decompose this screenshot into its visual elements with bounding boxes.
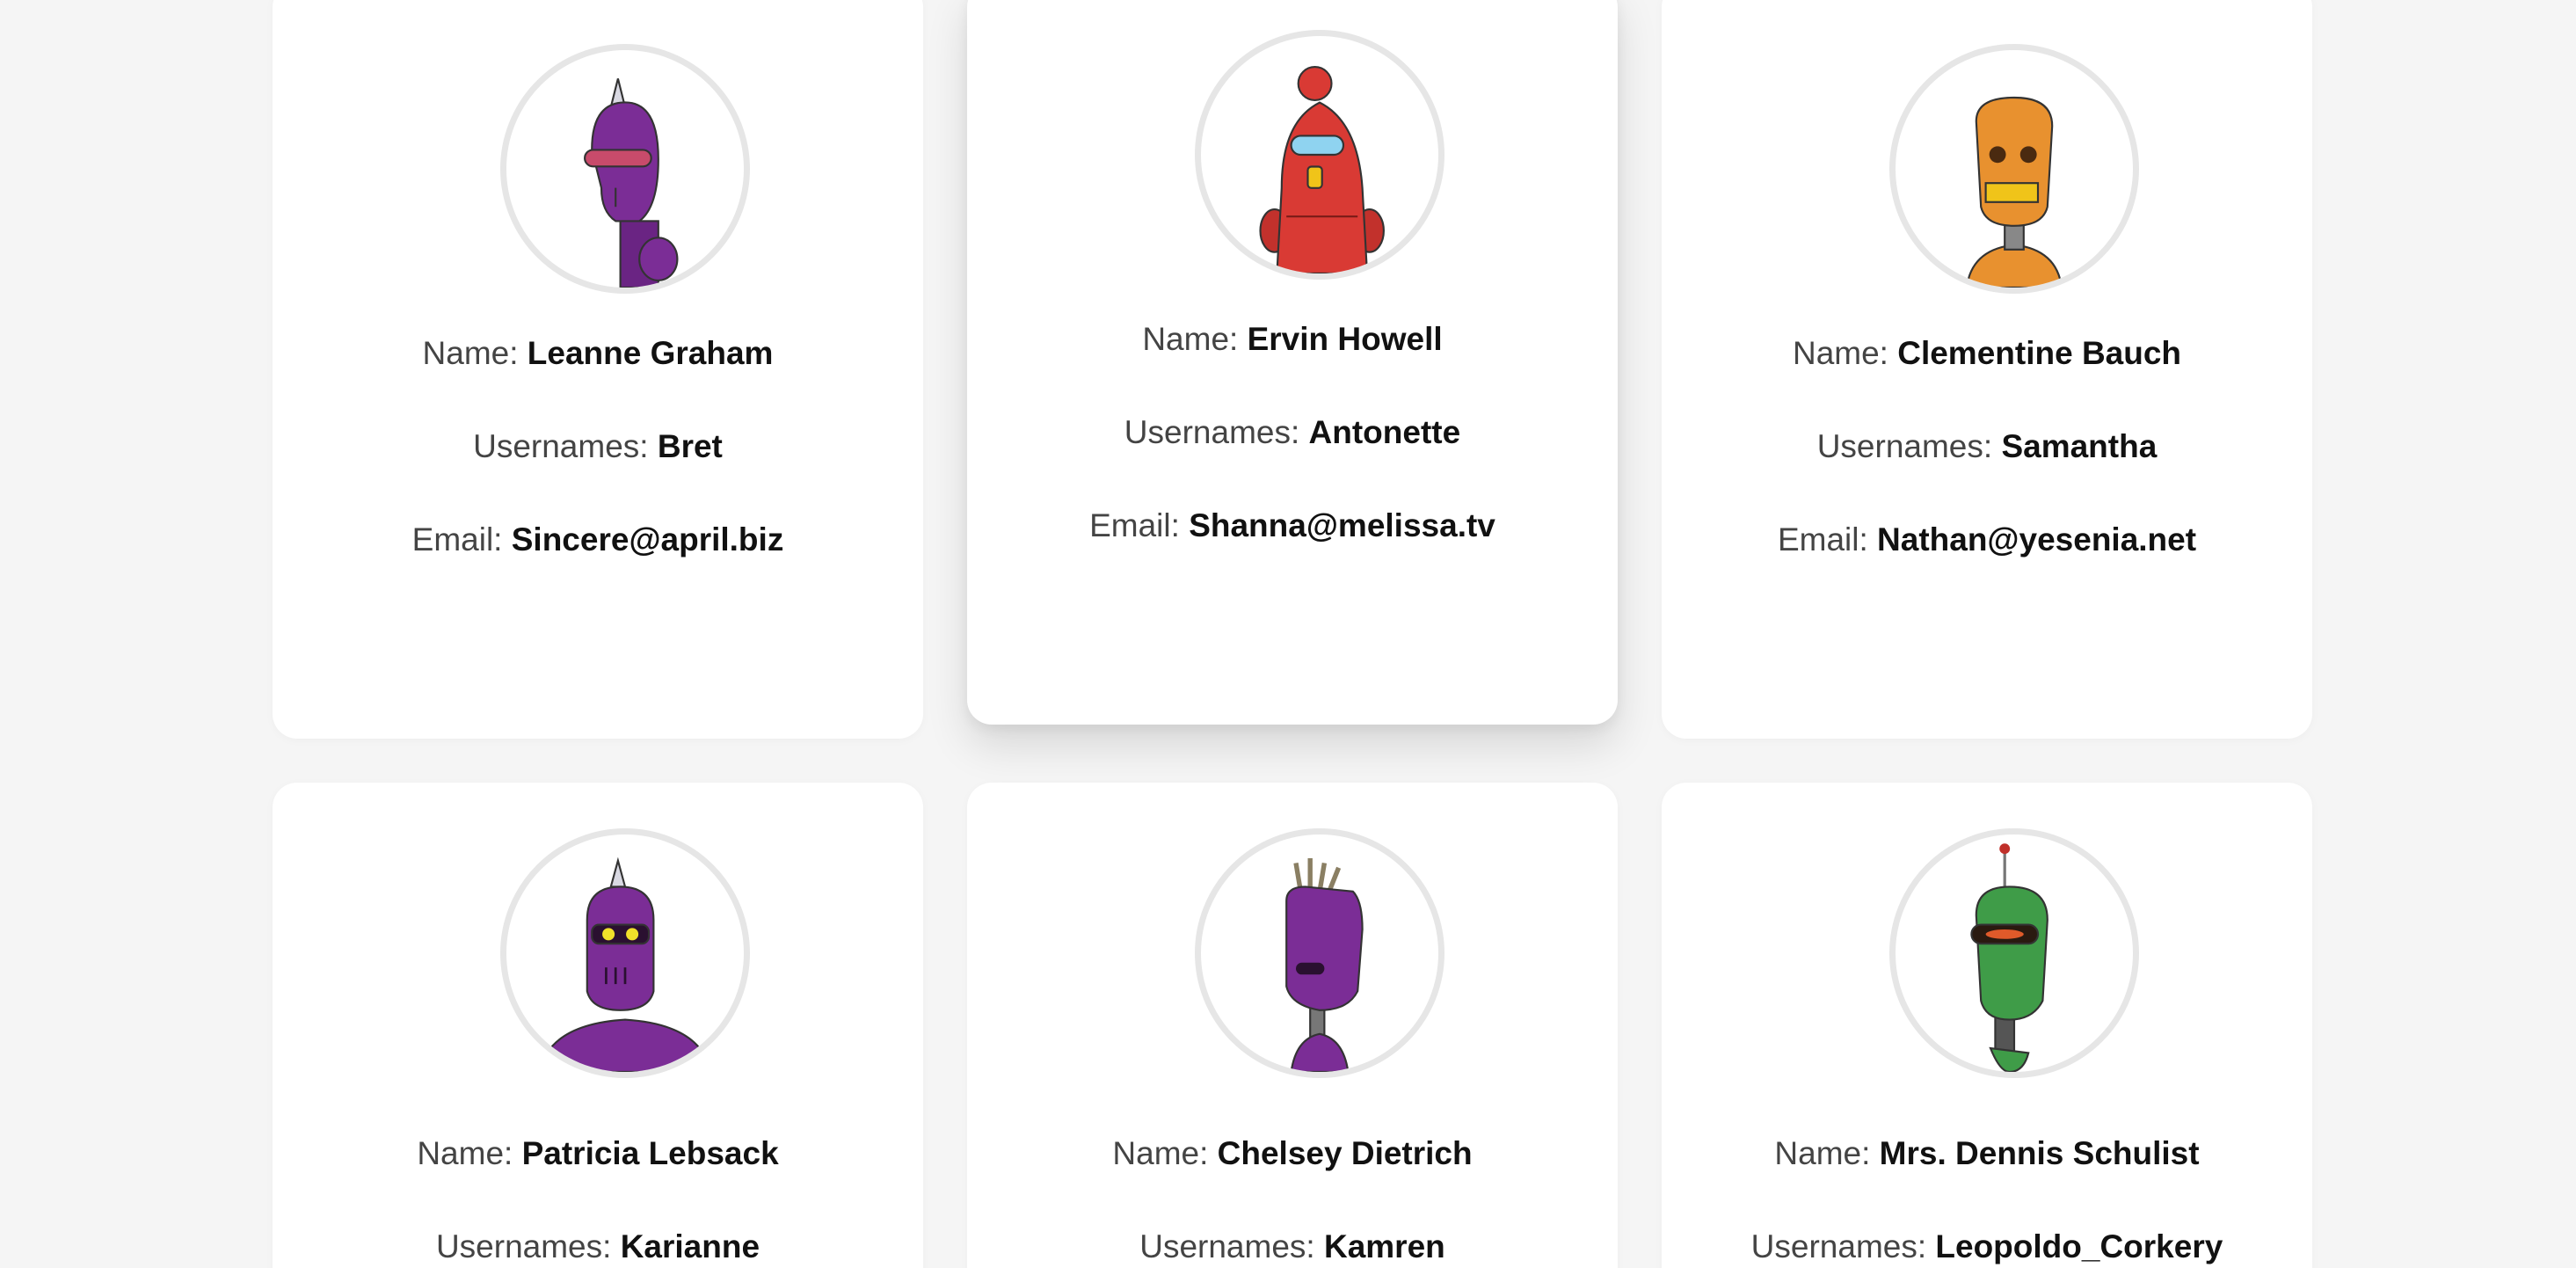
user-username: Leopoldo_Corkery <box>1935 1228 2223 1264</box>
username-field: Usernames: Karianne <box>273 1228 923 1266</box>
email-field: Email: Sincere@april.biz <box>273 521 923 559</box>
user-name: Leanne Graham <box>527 335 774 371</box>
username-label: Usernames: <box>1816 428 1993 464</box>
username-label: Usernames: <box>1750 1228 1927 1264</box>
user-email: Nathan@yesenia.net <box>1877 521 2197 557</box>
name-label: Name: <box>1774 1135 1871 1171</box>
username-field: Usernames: Bret <box>273 427 923 466</box>
user-card[interactable]: Name: Chelsey Dietrich Usernames: Kamren <box>967 783 1618 1268</box>
user-name: Chelsey Dietrich <box>1217 1135 1473 1171</box>
user-card[interactable]: Name: Ervin Howell Usernames: Antonette … <box>967 0 1618 725</box>
name-label: Name: <box>1112 1135 1209 1171</box>
name-field: Name: Chelsey Dietrich <box>967 1134 1618 1173</box>
user-username: Samantha <box>2001 428 2158 464</box>
email-label: Email: <box>1089 507 1180 543</box>
user-card[interactable]: Name: Patricia Lebsack Usernames: Karian… <box>273 783 923 1268</box>
avatar <box>1195 30 1444 280</box>
avatar <box>500 44 750 294</box>
username-field: Usernames: Leopoldo_Corkery <box>1662 1228 2312 1266</box>
name-label: Name: <box>422 335 519 371</box>
name-field: Name: Mrs. Dennis Schulist <box>1662 1134 2312 1173</box>
username-label: Usernames: <box>473 428 649 464</box>
name-field: Name: Patricia Lebsack <box>273 1134 923 1173</box>
name-field: Name: Leanne Graham <box>273 334 923 373</box>
username-label: Usernames: <box>435 1228 612 1264</box>
user-username: Bret <box>657 428 723 464</box>
avatar <box>1889 44 2139 294</box>
purple-robot-icon <box>584 78 679 288</box>
user-card[interactable]: Name: Clementine Bauch Usernames: Samant… <box>1662 0 2312 739</box>
email-label: Email: <box>411 521 503 557</box>
name-label: Name: <box>1792 335 1888 371</box>
name-label: Name: <box>1142 321 1239 357</box>
user-username: Kamren <box>1323 1228 1445 1264</box>
user-email: Shanna@melissa.tv <box>1189 507 1495 543</box>
user-card[interactable]: Name: Mrs. Dennis Schulist Usernames: Le… <box>1662 783 2312 1268</box>
green-robot-icon <box>1970 843 2048 1072</box>
user-name: Ervin Howell <box>1247 321 1443 357</box>
avatar <box>500 828 750 1078</box>
red-robot-icon <box>1259 66 1385 273</box>
user-name: Clementine Bauch <box>1897 335 2182 371</box>
username-field: Usernames: Samantha <box>1662 427 2312 466</box>
username-label: Usernames: <box>1139 1228 1315 1264</box>
purple-robot-icon <box>1285 858 1364 1072</box>
purple-robot-icon <box>538 856 712 1072</box>
email-field: Email: Shanna@melissa.tv <box>967 506 1618 545</box>
email-label: Email: <box>1777 521 1868 557</box>
user-username: Antonette <box>1308 414 1461 450</box>
user-name: Mrs. Dennis Schulist <box>1879 1135 2200 1171</box>
username-label: Usernames: <box>1124 414 1300 450</box>
username-field: Usernames: Kamren <box>967 1228 1618 1266</box>
user-username: Karianne <box>620 1228 760 1264</box>
email-field: Email: Nathan@yesenia.net <box>1662 521 2312 559</box>
avatar <box>1889 828 2139 1078</box>
username-field: Usernames: Antonette <box>967 413 1618 452</box>
user-name: Patricia Lebsack <box>521 1135 779 1171</box>
avatar <box>1195 828 1444 1078</box>
user-card-grid: Name: Leanne Graham Usernames: Bret Emai… <box>0 0 2576 1268</box>
name-field: Name: Clementine Bauch <box>1662 334 2312 373</box>
name-field: Name: Ervin Howell <box>967 320 1618 359</box>
name-label: Name: <box>417 1135 513 1171</box>
orange-robot-icon <box>1965 96 2063 288</box>
user-card[interactable]: Name: Leanne Graham Usernames: Bret Emai… <box>273 0 923 739</box>
user-email: Sincere@april.biz <box>511 521 784 557</box>
